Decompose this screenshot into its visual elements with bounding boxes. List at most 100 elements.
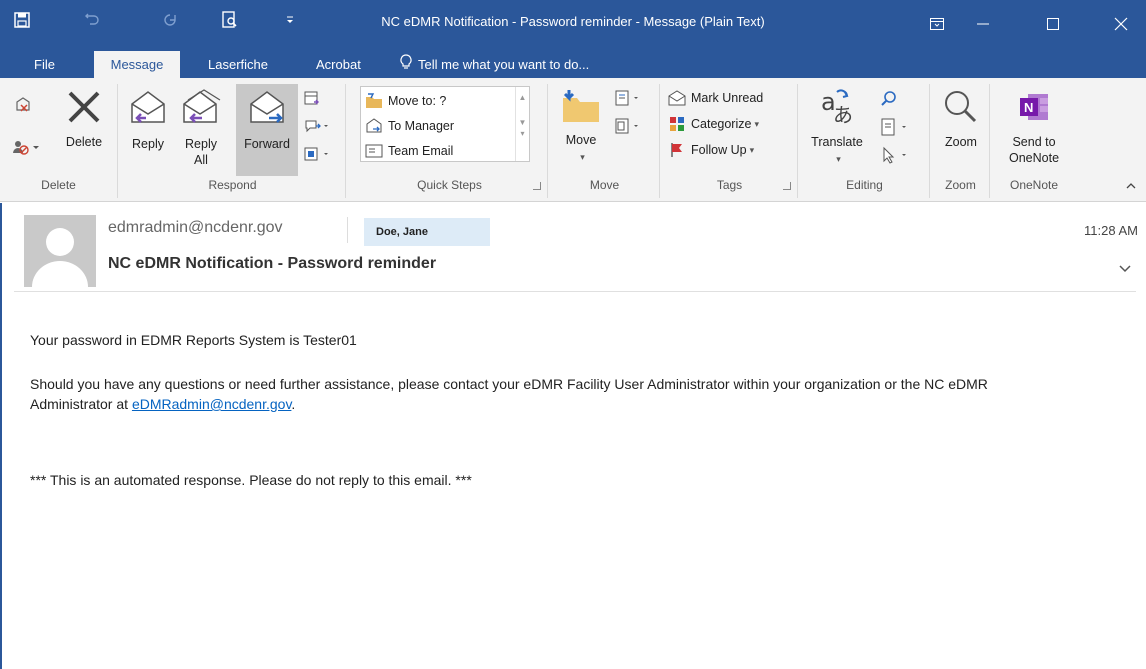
magnifier-icon <box>936 88 986 130</box>
find-icon[interactable] <box>880 90 898 111</box>
ribbon-tabs: File Message Laserfiche Acrobat Tell me … <box>0 48 1146 78</box>
move-dropdown-icon: ▾ <box>580 152 585 162</box>
quick-step-move-to-label: Move to: ? <box>388 94 447 108</box>
rules-icon[interactable] <box>614 90 642 109</box>
message-header: edmradmin@ncdenr.gov Doe, Jane NC eDMR N… <box>0 203 1146 295</box>
group-respond: Reply Reply All Forward Respond <box>120 84 346 198</box>
categorize-icon <box>668 115 686 133</box>
select-icon[interactable] <box>880 146 910 167</box>
tell-me-placeholder: Tell me what you want to do... <box>418 57 590 72</box>
forward-icon <box>236 88 298 132</box>
follow-up-label: Follow Up <box>691 143 747 157</box>
categorize-label: Categorize <box>691 117 752 131</box>
forward-button[interactable]: Forward <box>236 84 298 176</box>
move-folder-icon <box>556 88 606 128</box>
quick-step-to-manager-label: To Manager <box>388 119 455 133</box>
quick-steps-gallery: Move to: ? To Manager Team Email ▲ ▼ ▾ <box>360 86 530 162</box>
maximize-icon[interactable] <box>1030 0 1076 48</box>
reply-button[interactable]: Reply <box>126 84 170 152</box>
reply-label: Reply <box>132 137 164 151</box>
avatar <box>24 215 96 287</box>
group-tags: Mark Unread Categorize ▾ Follow Up ▾ Tags <box>662 84 798 198</box>
sender-address[interactable]: edmradmin@ncdenr.gov <box>108 219 283 237</box>
tell-me-search[interactable]: Tell me what you want to do... <box>400 51 589 78</box>
body-automated-notice: *** This is an automated response. Pleas… <box>30 472 472 488</box>
flag-icon <box>668 141 686 159</box>
message-subject: NC eDMR Notification - Password reminder <box>108 255 437 272</box>
more-respond-icon[interactable] <box>304 146 330 165</box>
ribbon: Delete Delete Reply Reply All Forward Re… <box>0 78 1146 202</box>
onenote-icon: N <box>996 88 1072 130</box>
translate-dropdown-icon: ▾ <box>836 154 841 164</box>
send-to-onenote-button[interactable]: N Send to OneNote <box>996 84 1072 166</box>
reply-all-button[interactable]: Reply All <box>176 84 226 168</box>
tab-acrobat[interactable]: Acrobat <box>304 51 373 78</box>
zoom-label: Zoom <box>945 135 977 149</box>
group-onenote-label: OneNote <box>1009 178 1059 192</box>
body-contact-end: . <box>291 396 296 412</box>
tab-file[interactable]: File <box>22 51 67 78</box>
group-tags-label: Tags <box>716 178 743 192</box>
group-move-label: Move <box>589 178 620 192</box>
recipient-chip[interactable]: Doe, Jane <box>364 218 490 246</box>
reply-all-icon <box>176 88 226 132</box>
group-editing: aあ Translate ▾ Editing <box>800 84 930 198</box>
mark-unread-button[interactable]: Mark Unread <box>668 86 763 110</box>
onenote-move-icon[interactable] <box>614 118 642 137</box>
translate-icon: aあ <box>804 88 870 130</box>
follow-up-dropdown-icon: ▾ <box>749 144 755 155</box>
group-move: Move ▾ Move <box>550 84 660 198</box>
reply-icon <box>126 88 170 132</box>
translate-button[interactable]: aあ Translate ▾ <box>804 84 870 167</box>
group-respond-label: Respond <box>208 178 257 192</box>
delete-label: Delete <box>65 135 103 149</box>
reply-all-label-line2: All <box>194 153 208 167</box>
move-label: Move <box>565 133 597 147</box>
quick-steps-scrollbar[interactable]: ▲ ▼ ▾ <box>515 87 529 161</box>
body-password-line: Your password in EDMR Reports System is … <box>30 332 357 348</box>
ribbon-display-options-icon[interactable] <box>914 0 960 48</box>
categorize-dropdown-icon: ▾ <box>754 118 759 129</box>
translate-label: Translate <box>811 135 863 149</box>
meeting-reply-icon[interactable] <box>304 90 320 109</box>
move-button[interactable]: Move ▾ <box>556 84 606 165</box>
group-delete-label: Delete <box>41 178 76 192</box>
quick-step-move-to[interactable]: Move to: ? <box>365 89 446 113</box>
ignore-icon[interactable] <box>14 96 32 117</box>
follow-up-button[interactable]: Follow Up ▾ <box>668 138 754 162</box>
tab-message[interactable]: Message <box>94 51 180 78</box>
send-to-onenote-label-line2: OneNote <box>1008 151 1060 165</box>
group-editing-label: Editing <box>846 178 883 192</box>
expand-header-icon[interactable] <box>1118 261 1132 277</box>
group-zoom: Zoom Zoom <box>932 84 990 198</box>
group-delete: Delete Delete <box>0 84 118 198</box>
tags-dialog-launcher[interactable] <box>783 182 791 190</box>
categorize-button[interactable]: Categorize ▾ <box>668 112 759 136</box>
header-divider <box>14 291 1136 292</box>
junk-icon[interactable] <box>12 138 42 159</box>
mark-unread-label: Mark Unread <box>691 91 764 105</box>
quick-steps-dialog-launcher[interactable] <box>533 182 541 190</box>
svg-text:N: N <box>1024 100 1033 115</box>
zoom-button[interactable]: Zoom <box>936 84 986 150</box>
group-zoom-label: Zoom <box>945 178 976 192</box>
lightbulb-icon <box>400 52 412 79</box>
group-quick-steps-label: Quick Steps <box>417 178 482 192</box>
tab-laserfiche[interactable]: Laserfiche <box>196 51 280 78</box>
window-left-edge <box>0 203 2 669</box>
group-quick-steps: Move to: ? To Manager Team Email ▲ ▼ ▾ Qui… <box>352 84 548 198</box>
delete-button[interactable]: Delete <box>56 84 112 150</box>
team-email-icon <box>365 142 383 160</box>
quick-step-team-email[interactable]: Team Email <box>365 139 453 163</box>
close-icon[interactable] <box>1098 0 1144 48</box>
im-reply-icon[interactable] <box>304 118 330 137</box>
collapse-ribbon-icon[interactable] <box>1126 181 1136 193</box>
related-icon[interactable] <box>880 118 910 139</box>
forward-label: Forward <box>244 137 290 151</box>
folder-move-icon <box>365 92 383 110</box>
minimize-icon[interactable] <box>960 0 1006 48</box>
to-manager-icon <box>365 117 383 135</box>
body-contact-paragraph: Should you have any questions or need fu… <box>30 374 1070 414</box>
admin-email-link[interactable]: eDMRadmin@ncdenr.gov <box>132 396 291 412</box>
quick-step-to-manager[interactable]: To Manager <box>365 114 454 138</box>
